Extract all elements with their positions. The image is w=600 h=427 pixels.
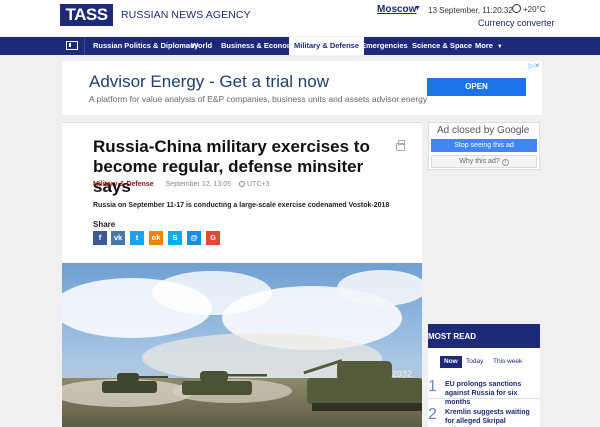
tab-today[interactable]: Today xyxy=(466,356,483,368)
chevron-down-icon: ▼ xyxy=(496,44,503,50)
facebook-icon: f xyxy=(98,233,102,242)
divider xyxy=(428,398,540,399)
weather: +20°C xyxy=(512,4,546,14)
most-read-headline[interactable]: EU prolongs sanctions against Russia for… xyxy=(445,380,540,407)
twitter-share-button[interactable]: t xyxy=(130,231,144,245)
most-read-rank: 1 xyxy=(428,378,437,395)
article-photo[interactable]: 2032 xyxy=(62,263,422,427)
closed-ad-panel: Ad closed by Google Stop seeing this ad … xyxy=(428,122,540,170)
nav-business-economy[interactable]: Business & Economy xyxy=(221,37,298,55)
info-icon: i xyxy=(501,159,509,166)
agency-name: RUSSIAN NEWS AGENCY xyxy=(121,9,251,21)
share-label: Share xyxy=(93,220,116,229)
menu-icon xyxy=(66,41,78,50)
why-this-ad-button[interactable]: Why this ad? i xyxy=(431,155,537,168)
skype-share-button[interactable]: S xyxy=(168,231,182,245)
nav-more[interactable]: More ▼ xyxy=(475,37,503,55)
tab-now[interactable]: Now xyxy=(440,356,462,368)
vk-share-button[interactable]: vk xyxy=(111,231,125,245)
nav-science-space[interactable]: Science & Space xyxy=(412,37,472,55)
current-datetime: 13 September, 11:20:32 xyxy=(428,6,513,15)
menu-button[interactable] xyxy=(60,37,85,55)
main-nav: Russian Politics & Diplomacy World Busin… xyxy=(0,37,600,55)
article-lead: Russia on September 11-17 is conducting … xyxy=(93,202,390,209)
google-plus-share-button[interactable]: G xyxy=(206,231,220,245)
article: Russia-China military exercises to becom… xyxy=(62,122,422,427)
tanks-exercise-image: 2032 xyxy=(62,263,422,427)
google-plus-icon: G xyxy=(210,233,216,242)
city-selector[interactable]: Moscow xyxy=(377,4,416,15)
most-read-rank: 2 xyxy=(428,406,437,423)
nav-russian-politics[interactable]: Russian Politics & Diplomacy xyxy=(93,37,198,55)
email-icon: @ xyxy=(190,233,198,242)
nav-more-label: More xyxy=(475,41,493,50)
twitter-icon: t xyxy=(135,233,139,242)
article-date: September 12, 13:05 xyxy=(165,181,232,188)
article-category[interactable]: Military & Defense xyxy=(93,181,154,188)
banner-ad-title[interactable]: Advisor Energy - Get a trial now xyxy=(89,72,329,92)
tab-this-week[interactable]: This week xyxy=(493,356,522,368)
clock-icon xyxy=(238,181,245,187)
nav-emergencies[interactable]: Emergencies xyxy=(361,37,408,55)
print-icon[interactable] xyxy=(396,140,405,151)
stop-seeing-ad-button[interactable]: Stop seeing this ad xyxy=(431,139,537,152)
most-read-title: MOST READ xyxy=(428,332,476,341)
ad-closed-title: Ad closed by Google xyxy=(437,125,530,136)
most-read-headline[interactable]: Kremlin suggests waiting for alleged Skr… xyxy=(445,408,540,427)
sun-icon xyxy=(512,4,521,13)
tank-number: 2032 xyxy=(392,369,412,379)
odnoklassniki-share-button[interactable]: ok xyxy=(149,231,163,245)
temperature: +20°C xyxy=(523,5,546,14)
adchoices-icon[interactable]: ▷✕ xyxy=(529,62,540,70)
banner-open-button[interactable]: OPEN xyxy=(427,78,526,96)
odnoklassniki-icon: ok xyxy=(151,233,161,242)
why-this-ad-label: Why this ad? xyxy=(459,158,500,165)
tass-logo[interactable]: TASS xyxy=(60,4,113,26)
article-timezone: UTC+3 xyxy=(246,181,270,188)
banner-ad[interactable]: ▷✕ Advisor Energy - Get a trial now A pl… xyxy=(62,61,542,115)
banner-ad-subtitle: A platform for value analysis of E&P com… xyxy=(89,94,428,104)
most-read-heading: MOST READ xyxy=(428,324,540,348)
skype-icon: S xyxy=(172,233,178,242)
article-meta: Military & Defense September 12, 13:05 U… xyxy=(93,181,269,188)
most-read-panel: MOST READ Now Today This week 1 EU prolo… xyxy=(428,324,540,427)
article-headline: Russia-China military exercises to becom… xyxy=(93,137,370,196)
email-share-button[interactable]: @ xyxy=(187,231,201,245)
nav-world[interactable]: World xyxy=(191,37,212,55)
vk-icon: vk xyxy=(113,233,123,242)
nav-military-defense[interactable]: Military & Defense xyxy=(289,37,365,55)
currency-converter-link[interactable]: Currency converter xyxy=(478,18,555,28)
top-header: TASS RUSSIAN NEWS AGENCY Moscow ▼ 13 Sep… xyxy=(0,0,600,36)
chevron-down-icon[interactable]: ▼ xyxy=(414,5,421,12)
facebook-share-button[interactable]: f xyxy=(93,231,107,245)
